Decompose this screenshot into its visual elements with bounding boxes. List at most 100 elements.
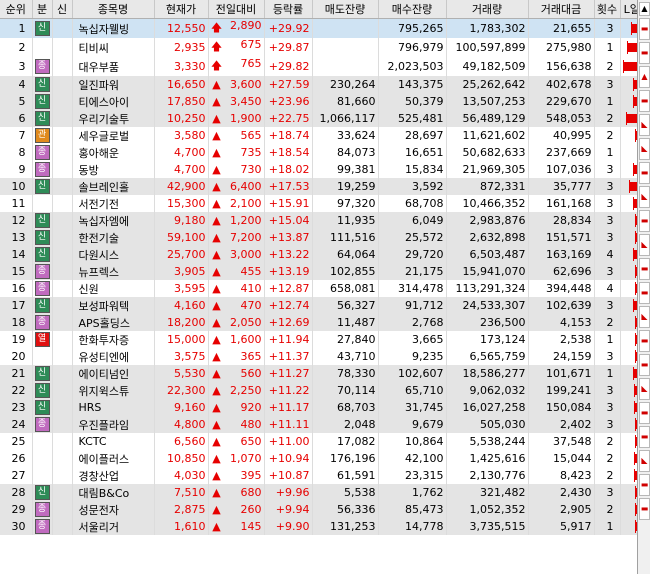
table-row[interactable]: 30 종 서울리거 1,610 ▲ 145 +9.90 131,253 14,778 3,735,…: [0, 518, 650, 535]
badge-cell: 종: [32, 280, 53, 297]
header-idx[interactable]: 순위: [0, 0, 33, 19]
header-rate[interactable]: 등락률: [264, 0, 313, 19]
stock-name[interactable]: 녹십자웰빙: [72, 18, 155, 38]
side-tool-button[interactable]: ▬: [639, 282, 650, 304]
stock-name[interactable]: 신원: [72, 280, 155, 297]
stock-name[interactable]: 다원시스: [72, 246, 155, 263]
volume-cell: 16,027,258: [446, 399, 529, 416]
side-tool-button[interactable]: ▬: [639, 402, 650, 424]
header-change[interactable]: 전일대비: [208, 0, 265, 19]
table-row[interactable]: 14 신 다원시스 25,700 ▲ 3,000 +13.22 64,064 29,720 6,5…: [0, 246, 650, 263]
stock-name[interactable]: 홍아해운: [72, 144, 155, 161]
header-price[interactable]: 현재가: [154, 0, 209, 19]
stock-name[interactable]: 대우부품: [72, 57, 155, 76]
table-row[interactable]: 21 신 에이티넘인 5,530 ▲ 560 +11.27 78,330 102,607 18,5…: [0, 365, 650, 382]
side-tool-button[interactable]: ▲: [639, 66, 650, 88]
side-tool-button[interactable]: ▬: [639, 426, 650, 448]
stock-name[interactable]: 보성파워텍: [72, 297, 155, 314]
table-row[interactable]: 11 서전기전 15,300 ▲ 2,100 +15.91 97,320 68,708 10,4…: [0, 195, 650, 212]
stock-name[interactable]: 대림B&Co: [72, 484, 155, 501]
header-count[interactable]: 횟수: [594, 0, 621, 19]
volume-cell: 13,507,253: [446, 93, 529, 110]
stock-name[interactable]: APS홀딩스: [72, 314, 155, 331]
stock-name[interactable]: 티에스아이: [72, 93, 155, 110]
table-row[interactable]: 17 신 보성파워텍 4,160 ▲ 470 +12.74 56,327 91,712 24,53…: [0, 297, 650, 314]
header-name[interactable]: 종목명: [72, 0, 155, 19]
side-tool-button[interactable]: ▬: [639, 258, 650, 280]
stock-name[interactable]: 위지윅스튜: [72, 382, 155, 399]
header-volume[interactable]: 거래량: [446, 0, 529, 19]
header-new[interactable]: 신: [52, 0, 73, 19]
table-row[interactable]: 15 종 뉴프렉스 3,905 ▲ 455 +13.19 102,855 21,175 15,94…: [0, 263, 650, 280]
table-row[interactable]: 16 종 신원 3,595 ▲ 410 +12.87 658,081 314,478 113,29…: [0, 280, 650, 297]
stock-name[interactable]: 성문전자: [72, 501, 155, 518]
table-row[interactable]: 26 에이플러스 10,850 ▲ 1,070 +10.94 176,196 42,100 1,…: [0, 450, 650, 467]
stock-name[interactable]: 티비씨: [72, 38, 155, 57]
stock-name[interactable]: 한화투자증: [72, 331, 155, 348]
up-triangle-icon: ▲: [212, 231, 221, 244]
side-tool-button[interactable]: ▬: [639, 330, 650, 352]
table-row[interactable]: 12 신 녹십자엠에 9,180 ▲ 1,200 +15.04 11,935 6,049 2,98…: [0, 212, 650, 229]
stock-name[interactable]: 경창산업: [72, 467, 155, 484]
stock-name[interactable]: 서울리거: [72, 518, 155, 535]
side-tool-button[interactable]: ◣: [639, 114, 650, 136]
table-row[interactable]: 28 신 대림B&Co 7,510 ▲ 680 +9.96 5,538 1,762 321,482…: [0, 484, 650, 501]
stock-name[interactable]: 에이티넘인: [72, 365, 155, 382]
side-tool-button[interactable]: ◣: [639, 378, 650, 400]
header-buy[interactable]: 매수잔량: [378, 0, 447, 19]
table-row[interactable]: 24 종 우진플라임 4,800 ▲ 480 +11.11 2,048 9,679 505,030…: [0, 416, 650, 433]
side-tool-button[interactable]: ▬: [639, 18, 650, 40]
stock-name[interactable]: 솔브레인홀: [72, 178, 155, 195]
side-tool-button[interactable]: ▬: [639, 354, 650, 376]
side-tool-button[interactable]: ▬: [639, 210, 650, 232]
table-row[interactable]: 13 신 한전기술 59,100 ▲ 7,200 +13.87 111,516 25,572 2,…: [0, 229, 650, 246]
table-row[interactable]: 6 신 우리기술투 10,250 ▲ 1,900 +22.75 1,066,117 525,48…: [0, 110, 650, 127]
side-tool-button[interactable]: ◣: [639, 450, 650, 472]
stock-name[interactable]: 일진파워: [72, 76, 155, 93]
stock-name[interactable]: 우리기술투: [72, 110, 155, 127]
side-tool-button[interactable]: ▬: [639, 42, 650, 64]
table-row[interactable]: 9 종 동방 4,700 ▲ 730 +18.02 99,381 15,834 21,969,30…: [0, 161, 650, 178]
table-row[interactable]: 10 신 솔브레인홀 42,900 ▲ 6,400 +17.53 19,259 3,592 872…: [0, 178, 650, 195]
table-row[interactable]: 3 종 대우부품 3,330 🡅 765 +29.82 2,023,503 49,182,509…: [0, 57, 650, 76]
header-sell[interactable]: 매도잔량: [312, 0, 379, 19]
side-tool-button[interactable]: ▬: [639, 474, 650, 496]
table-row[interactable]: 22 신 위지윅스튜 22,300 ▲ 2,250 +11.22 70,114 65,710 9,…: [0, 382, 650, 399]
stock-name[interactable]: 뉴프렉스: [72, 263, 155, 280]
table-row[interactable]: 1 신 녹십자웰빙 12,550 🡅 2,890 +29.92 795,265 1,783,30…: [0, 18, 650, 38]
stock-name[interactable]: HRS: [72, 399, 155, 416]
stock-name[interactable]: 우진플라임: [72, 416, 155, 433]
stock-name[interactable]: 한전기술: [72, 229, 155, 246]
table-row[interactable]: 2 티비씨 2,935 🡅 675 +29.87 796,979 100,597,899 275…: [0, 38, 650, 57]
table-row[interactable]: 7 관 세우글로벌 3,580 ▲ 565 +18.74 33,624 28,697 11,621…: [0, 127, 650, 144]
buy-remain-cell: 42,100: [378, 450, 447, 467]
table-row[interactable]: 18 종 APS홀딩스 18,200 ▲ 2,050 +12.69 11,487 2,768 23…: [0, 314, 650, 331]
table-row[interactable]: 25 KCTC 6,560 ▲ 650 +11.00 17,082 10,864 5,538,2…: [0, 433, 650, 450]
stock-name[interactable]: 유성티엔에: [72, 348, 155, 365]
scroll-up-button[interactable]: ▲: [639, 2, 650, 16]
table-row[interactable]: 5 신 티에스아이 17,850 ▲ 3,450 +23.96 81,660 50,379 13,…: [0, 93, 650, 110]
side-tool-button[interactable]: ◣: [639, 138, 650, 160]
side-tool-button[interactable]: ◣: [639, 234, 650, 256]
side-tool-button[interactable]: ◣: [639, 186, 650, 208]
price-cell: 10,850: [154, 450, 209, 467]
side-tool-button[interactable]: ▬: [639, 498, 650, 520]
stock-name[interactable]: 세우글로벌: [72, 127, 155, 144]
table-row[interactable]: 29 종 성문전자 2,875 ▲ 260 +9.94 56,336 85,473 1,052,3…: [0, 501, 650, 518]
stock-name[interactable]: 에이플러스: [72, 450, 155, 467]
stock-name[interactable]: 서전기전: [72, 195, 155, 212]
header-amount[interactable]: 거래대금: [528, 0, 595, 19]
side-tool-button[interactable]: ▬: [639, 162, 650, 184]
table-row[interactable]: 23 신 HRS 9,160 ▲ 920 +11.17 68,703 31,745 16,027,…: [0, 399, 650, 416]
stock-name[interactable]: KCTC: [72, 433, 155, 450]
header-badge[interactable]: 분: [32, 0, 53, 19]
table-row[interactable]: 27 경창산업 4,030 ▲ 395 +10.87 61,591 23,315 2,130,7…: [0, 467, 650, 484]
stock-name[interactable]: 녹십자엠에: [72, 212, 155, 229]
table-row[interactable]: 20 유성티엔에 3,575 ▲ 365 +11.37 43,710 9,235 6,565,7…: [0, 348, 650, 365]
side-tool-button[interactable]: ◣: [639, 306, 650, 328]
table-row[interactable]: 4 신 일진파워 16,650 ▲ 3,600 +27.59 230,264 143,375 25…: [0, 76, 650, 93]
side-tool-button[interactable]: ▬: [639, 90, 650, 112]
table-row[interactable]: 19 열 한화투자증 15,000 ▲ 1,600 +11.94 27,840 3,665 173…: [0, 331, 650, 348]
table-row[interactable]: 8 종 홍아해운 4,700 ▲ 735 +18.54 84,073 16,651 50,682,…: [0, 144, 650, 161]
stock-name[interactable]: 동방: [72, 161, 155, 178]
